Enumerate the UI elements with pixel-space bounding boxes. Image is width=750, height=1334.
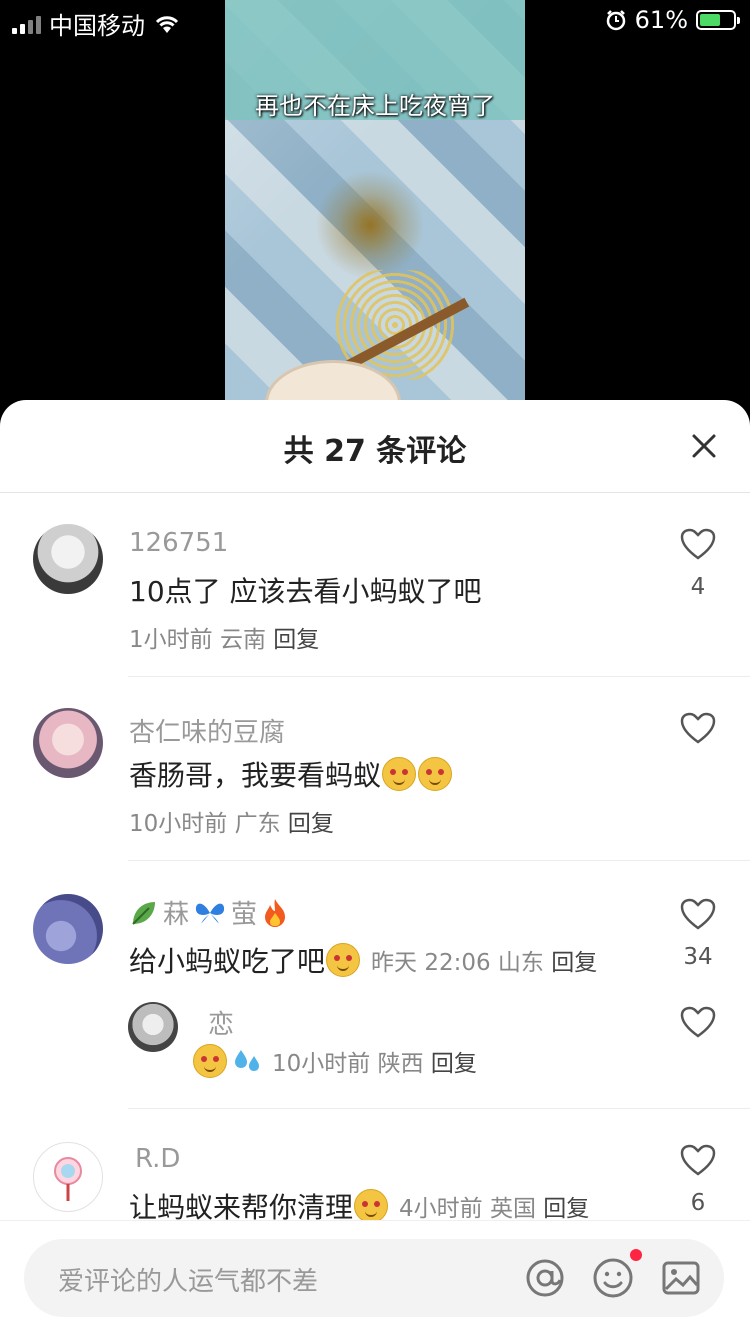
comment-meta: 昨天 22:06 山东 回复	[371, 943, 597, 977]
comment-input[interactable]: 爱评论的人运气都不差	[24, 1239, 724, 1317]
fire-icon	[265, 898, 286, 927]
reply-button[interactable]: 回复	[273, 627, 319, 653]
close-icon	[692, 434, 716, 458]
avatar[interactable]	[33, 524, 103, 594]
avatar[interactable]	[128, 1002, 178, 1052]
reply-time: 10小时前	[272, 1051, 371, 1077]
alarm-icon	[606, 10, 625, 31]
meerkat-emoji-icon	[326, 943, 361, 977]
comment-time: 10小时前	[129, 811, 228, 837]
comment-username[interactable]: 杏仁味的豆腐	[129, 712, 285, 749]
comment-meta: 1小时前 云南 回复	[129, 620, 319, 654]
comment-location: 广东	[234, 811, 281, 837]
video-stain	[315, 170, 425, 280]
divider	[128, 676, 750, 677]
avatar[interactable]	[33, 1142, 103, 1212]
comment-username[interactable]: 菻 萤	[129, 894, 289, 931]
reply-button[interactable]: 回复	[288, 811, 334, 837]
reply-location: 陕西	[377, 1051, 424, 1077]
comments-sheet: 共 27 条评论 126751 10点了 应该去看小蚂蚁了吧 1小时前 云南 回…	[0, 400, 750, 1334]
heart-icon[interactable]	[680, 1006, 716, 1038]
reply-meta: 10小时前 陕西 回复	[272, 1044, 477, 1078]
comments-count-title: 共 27 条评论	[283, 434, 467, 469]
leaf-icon	[132, 901, 155, 925]
sweat-drops-icon	[235, 1050, 259, 1071]
comment-text: 10点了 应该去看小蚂蚁了吧	[129, 570, 482, 610]
comment-text: 香肠哥，我要看蚂蚁	[129, 754, 453, 794]
video-caption: 再也不在床上吃夜宵了	[255, 92, 495, 120]
meerkat-emoji-icon	[354, 1189, 389, 1223]
comment-input-placeholder: 爱评论的人运气都不差	[58, 1267, 319, 1297]
reply-button[interactable]: 回复	[431, 1051, 477, 1077]
at-mention-icon[interactable]	[524, 1257, 566, 1299]
close-button[interactable]	[688, 430, 720, 462]
username-part2: 萤	[231, 900, 258, 930]
comment-input-bar: 爱评论的人运气都不差	[0, 1220, 750, 1334]
like-count: 6	[690, 1190, 706, 1216]
comment-text-body: 香肠哥，我要看蚂蚁	[129, 759, 382, 792]
heart-icon[interactable]	[680, 712, 716, 744]
comment-text-body: 10点了 应该去看小蚂蚁了吧	[129, 575, 482, 608]
comment-location: 云南	[219, 627, 266, 653]
comment-time: 1小时前	[129, 627, 213, 653]
reply-button[interactable]: 回复	[543, 1196, 589, 1222]
comment-location: 英国	[489, 1196, 536, 1222]
divider	[128, 860, 750, 861]
comment-username[interactable]: 126751	[129, 528, 228, 558]
notification-dot	[630, 1249, 642, 1261]
username-part1: 菻	[163, 900, 190, 930]
sheet-header: 共 27 条评论	[0, 400, 750, 493]
butterfly-icon	[195, 903, 225, 923]
avatar[interactable]	[33, 894, 103, 964]
comment-username[interactable]: R.D	[135, 1144, 180, 1174]
emoji-icon[interactable]	[592, 1257, 634, 1299]
heart-icon[interactable]	[680, 528, 716, 560]
reply-text: 10小时前 陕西 回复	[192, 1044, 477, 1078]
comment-text: 给小蚂蚁吃了吧 昨天 22:06 山东 回复	[129, 940, 597, 980]
battery-icon	[696, 10, 740, 30]
comment-location: 山东	[497, 950, 544, 976]
like-count: 4	[690, 574, 706, 600]
heart-icon[interactable]	[680, 1144, 716, 1176]
reply-button[interactable]: 回复	[551, 950, 597, 976]
divider	[128, 1108, 750, 1109]
comment-time: 昨天 22:06	[371, 950, 491, 976]
meerkat-emoji-icon	[193, 1044, 227, 1078]
heart-icon[interactable]	[680, 898, 716, 930]
lollipop-icon	[54, 1157, 82, 1201]
comment-meta: 4小时前 英国 回复	[399, 1189, 589, 1223]
like-count: 34	[683, 944, 713, 970]
video-player[interactable]: 再也不在床上吃夜宵了	[225, 0, 525, 400]
reply-username[interactable]: 恋	[208, 1004, 234, 1041]
avatar[interactable]	[33, 708, 103, 778]
comment-meta: 10小时前 广东 回复	[129, 804, 334, 838]
battery-percent: 61%	[634, 6, 688, 34]
status-right: 61%	[605, 6, 740, 34]
image-icon[interactable]	[660, 1257, 702, 1299]
comment-time: 4小时前	[399, 1196, 483, 1222]
comment-text-body: 给小蚂蚁吃了吧	[129, 945, 326, 978]
meerkat-emoji-icon	[382, 757, 417, 791]
meerkat-emoji-icon	[418, 757, 453, 791]
